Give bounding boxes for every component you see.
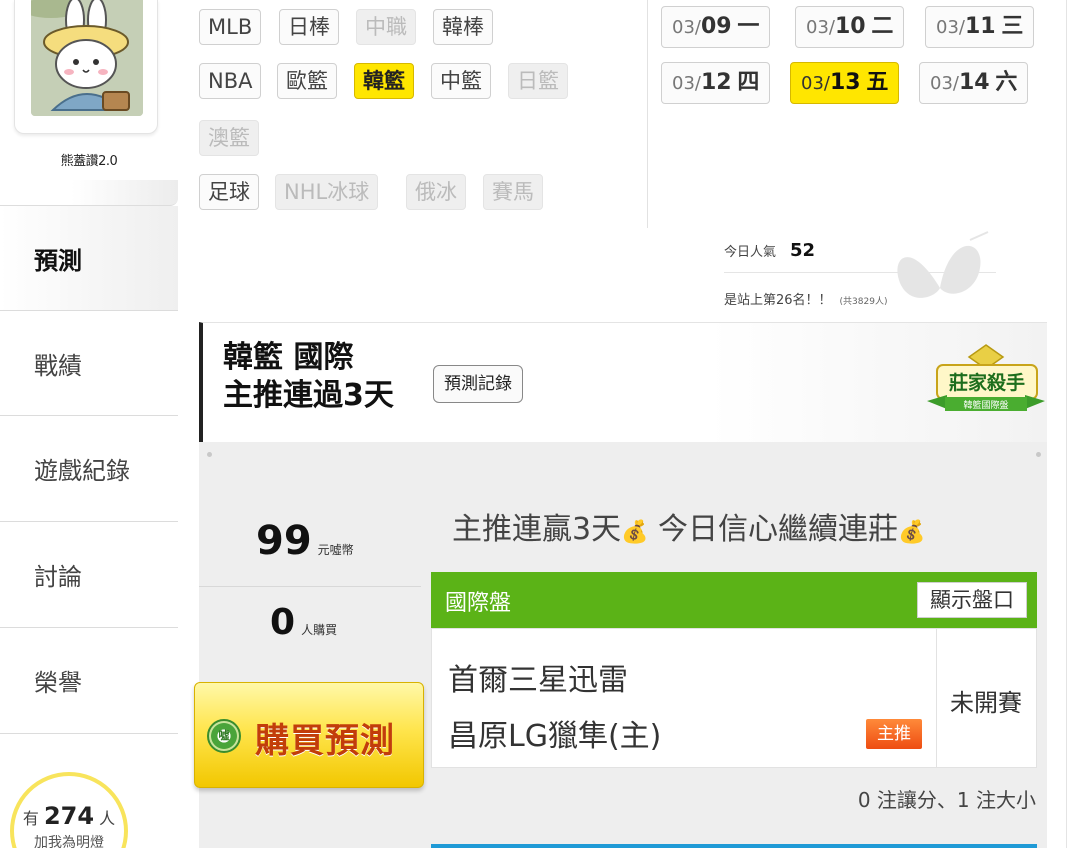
date-day: 12 bbox=[700, 70, 732, 95]
league-title: 韓籃 國際 bbox=[223, 340, 354, 375]
butterfly-watermark-icon bbox=[897, 231, 989, 298]
sidebar: 熊蓋讚2.0 預測 戰績 遊戲紀錄 討論 榮譽 有 274 人 加我為明燈 bbox=[0, 0, 180, 848]
date-0309[interactable]: 03/09 一 bbox=[661, 6, 771, 48]
date-month: 03/ bbox=[672, 73, 701, 94]
likes-sub-label: 加我為明燈 bbox=[34, 835, 104, 848]
away-team: 首爾三星迅雷 bbox=[448, 663, 628, 698]
money-bag-icon: 💰 bbox=[898, 520, 926, 545]
market-label: 國際盤 bbox=[445, 591, 512, 616]
corner-dot bbox=[207, 452, 212, 457]
date-month: 03/ bbox=[936, 17, 965, 38]
rank-line: 是站上第26名！！ (共3829人) bbox=[724, 289, 887, 308]
show-line-button[interactable]: 顯示盤口 bbox=[917, 582, 1027, 618]
tag-sbl[interactable]: 中籃 bbox=[431, 63, 491, 99]
date-0310[interactable]: 03/10 二 bbox=[795, 6, 905, 48]
tag-nba[interactable]: NBA bbox=[199, 63, 262, 99]
rank-total: (共3829人) bbox=[839, 297, 888, 307]
tag-nbl: 澳籃 bbox=[199, 120, 259, 156]
tag-nhl: NHL冰球 bbox=[275, 174, 379, 210]
date-0313[interactable]: 03/13 五 bbox=[790, 62, 900, 104]
likes-prefix: 有 bbox=[22, 809, 39, 828]
main-pick-badge: 主推 bbox=[866, 719, 922, 749]
date-weekday: 一 bbox=[737, 14, 760, 39]
popularity-divider bbox=[724, 272, 996, 273]
date-0314[interactable]: 03/14 六 bbox=[919, 62, 1029, 104]
bunny-avatar-icon bbox=[31, 0, 143, 116]
rank-text: 是站上第26名！！ bbox=[724, 293, 832, 308]
tag-bleague: 日籃 bbox=[508, 63, 568, 99]
date-weekday: 三 bbox=[1001, 14, 1024, 39]
date-weekday: 四 bbox=[737, 70, 760, 95]
tag-horse-racing: 賽馬 bbox=[483, 174, 543, 210]
price-value: 99 bbox=[256, 518, 312, 564]
date-divider bbox=[647, 0, 648, 228]
date-day: 10 bbox=[834, 14, 866, 39]
match-status: 未開賽 bbox=[950, 689, 1022, 717]
buy-prediction-label: 購買預測 bbox=[255, 721, 395, 761]
date-weekday: 六 bbox=[995, 70, 1018, 95]
slogan-text-1: 主推連贏3天 bbox=[452, 512, 622, 547]
date-weekday: 五 bbox=[866, 70, 889, 95]
date-month: 03/ bbox=[801, 73, 830, 94]
buy-prediction-button[interactable]: 噓 購買預測 bbox=[194, 682, 424, 788]
nav-item-predict[interactable]: 預測 bbox=[0, 206, 178, 310]
date-0312[interactable]: 03/12 四 bbox=[661, 62, 771, 104]
nav-item-discuss[interactable]: 討論 bbox=[0, 522, 178, 628]
money-bag-icon: 💰 bbox=[621, 520, 649, 545]
buyer-value: 0 bbox=[270, 602, 296, 643]
match-row: 首爾三星迅雷 昌原LG獵隼(主) 主推 未開賽 bbox=[431, 628, 1037, 768]
bet-summary: 0 注讓分、1 注大小 bbox=[857, 788, 1036, 812]
tag-npb[interactable]: 日棒 bbox=[279, 9, 339, 45]
coin-icon: 噓 bbox=[207, 719, 241, 753]
date-day: 11 bbox=[964, 14, 996, 39]
bookie-killer-badge-icon: 莊家殺手 韓籃國際盤 bbox=[927, 344, 1045, 411]
slogan: 主推連贏3天💰 今日信心繼續連莊💰 bbox=[452, 504, 925, 548]
price: 99 元噓幣 bbox=[256, 518, 354, 564]
username[interactable]: 熊蓋讚2.0 bbox=[0, 150, 178, 169]
buyer-count: 0 人購買 bbox=[270, 602, 337, 643]
avatar[interactable] bbox=[31, 0, 143, 116]
date-0311[interactable]: 03/11 三 bbox=[925, 6, 1035, 48]
profile-card[interactable] bbox=[14, 0, 158, 134]
popularity-value: 52 bbox=[790, 240, 816, 261]
price-unit: 元噓幣 bbox=[317, 543, 354, 557]
badge-subtitle: 韓籃國際盤 bbox=[963, 399, 1008, 410]
prediction-record-button[interactable]: 預測記錄 bbox=[433, 365, 523, 403]
popularity-line: 今日人氣 52 bbox=[724, 240, 815, 261]
profile-divider bbox=[0, 180, 178, 206]
prediction-header: 韓籃 國際 主推連過3天 預測記錄 莊家殺手 韓籃國際盤 bbox=[199, 322, 1047, 442]
tag-mlb[interactable]: MLB bbox=[199, 9, 262, 45]
date-weekday: 二 bbox=[871, 14, 894, 39]
date-month: 03/ bbox=[672, 17, 701, 38]
date-day: 09 bbox=[700, 14, 732, 39]
tag-kbl[interactable]: 韓籃 bbox=[354, 63, 414, 99]
tag-kbo[interactable]: 韓棒 bbox=[433, 9, 493, 45]
price-divider bbox=[199, 586, 421, 587]
header-title: 韓籃 國際 主推連過3天 bbox=[223, 339, 394, 415]
popularity-label: 今日人氣 bbox=[724, 245, 777, 260]
page-edge bbox=[1066, 0, 1067, 848]
date-day: 13 bbox=[829, 70, 861, 95]
home-team: 昌原LG獵隼(主) bbox=[448, 719, 662, 754]
date-month: 03/ bbox=[806, 17, 835, 38]
corner-dot bbox=[1036, 452, 1041, 457]
buyer-unit: 人購買 bbox=[301, 623, 338, 637]
market-header: 國際盤 顯示盤口 bbox=[431, 572, 1037, 628]
likes-count: 274 bbox=[43, 802, 95, 830]
tag-euroleague[interactable]: 歐籃 bbox=[277, 63, 337, 99]
tag-cpbl: 中職 bbox=[356, 9, 416, 45]
tag-soccer[interactable]: 足球 bbox=[199, 174, 259, 210]
follow-lamp-button[interactable]: 有 274 人 加我為明燈 bbox=[10, 772, 128, 848]
next-section-strip bbox=[431, 844, 1037, 848]
nav-item-record[interactable]: 戰績 bbox=[0, 310, 178, 416]
nav-item-game-history[interactable]: 遊戲紀錄 bbox=[0, 416, 178, 522]
nav-item-honor[interactable]: 榮譽 bbox=[0, 628, 178, 734]
date-month: 03/ bbox=[930, 73, 959, 94]
badge-title: 莊家殺手 bbox=[949, 371, 1025, 394]
likes-suffix: 人 bbox=[99, 809, 116, 828]
date-day: 14 bbox=[958, 70, 990, 95]
tag-khl: 俄冰 bbox=[406, 174, 466, 210]
streak-title: 主推連過3天 bbox=[223, 378, 394, 413]
slogan-text-2: 今日信心繼續連莊 bbox=[648, 512, 899, 547]
